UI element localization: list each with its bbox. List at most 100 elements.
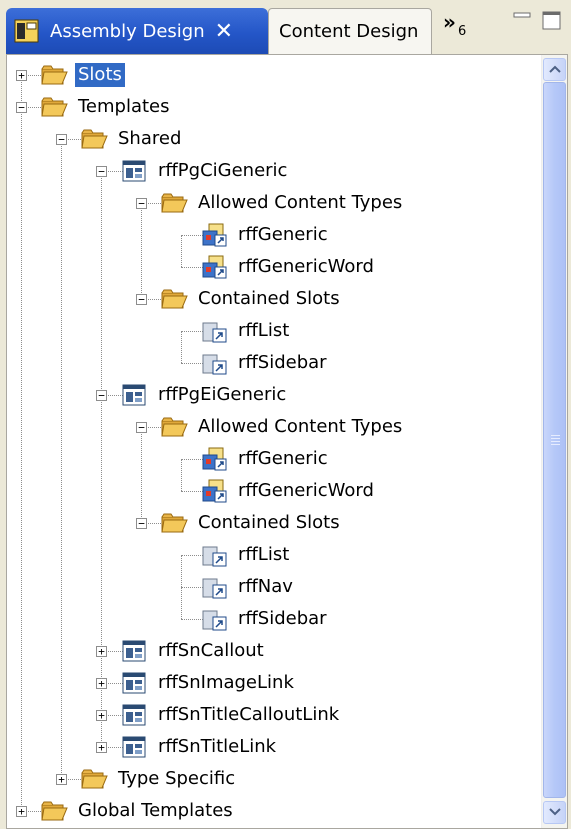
tree-connector: [141, 427, 142, 523]
tree-item[interactable]: rffPgEiGeneric: [121, 380, 289, 410]
tab-content-design[interactable]: Content Design: [268, 8, 432, 54]
tree-item[interactable]: Slots: [41, 60, 125, 90]
folder-icon: [161, 511, 189, 535]
tree-item-label: rffGeneric: [238, 224, 328, 245]
tree-item[interactable]: rffSidebar: [201, 348, 330, 378]
maximize-icon[interactable]: [541, 10, 563, 37]
template-icon: [121, 671, 149, 695]
collapse-icon[interactable]: −: [16, 102, 27, 113]
tree-item[interactable]: rffSidebar: [201, 604, 330, 634]
expand-icon[interactable]: +: [16, 70, 27, 81]
tree-connector: [21, 107, 22, 811]
content-type-icon: [201, 479, 229, 503]
tree-item[interactable]: rffSnImageLink: [121, 668, 297, 698]
tree-item[interactable]: rffSnTitleCalloutLink: [121, 700, 342, 730]
tab-content-design-label: Content Design: [279, 21, 419, 42]
tree-item-label: Slots: [75, 63, 125, 87]
tree-item[interactable]: rffList: [201, 316, 292, 346]
expand-icon[interactable]: +: [96, 742, 107, 753]
tree-item-label: Templates: [78, 96, 170, 117]
tree-item[interactable]: rffPgCiGeneric: [121, 156, 290, 186]
expand-icon[interactable]: +: [96, 710, 107, 721]
tab-overflow-chevron-icon[interactable]: »: [443, 10, 456, 34]
tree-item-label: rffSnTitleLink: [158, 736, 277, 757]
template-icon: [121, 735, 149, 759]
collapse-icon[interactable]: −: [136, 518, 147, 529]
tree-connector: [181, 235, 182, 267]
tree-item-label: rffSnImageLink: [158, 672, 294, 693]
scroll-up-icon[interactable]: [543, 58, 566, 81]
folder-icon: [41, 799, 69, 823]
slot-icon: [201, 607, 229, 631]
collapse-icon[interactable]: −: [96, 166, 107, 177]
tree-item-label: rffNav: [238, 576, 293, 597]
minimize-icon[interactable]: [511, 10, 533, 33]
content-type-icon: [201, 223, 229, 247]
tree-item[interactable]: rffSnTitleLink: [121, 732, 279, 762]
tree-item[interactable]: rffGenericWord: [201, 252, 377, 282]
folder-icon: [41, 63, 69, 87]
tree-item-label: Contained Slots: [198, 512, 340, 533]
folder-icon: [161, 191, 189, 215]
tree-item[interactable]: Contained Slots: [161, 508, 343, 538]
close-icon[interactable]: ✕: [215, 19, 233, 44]
scroll-down-icon[interactable]: [543, 801, 566, 824]
tree-item-label: rffSidebar: [238, 608, 327, 629]
collapse-icon[interactable]: −: [56, 134, 67, 145]
tree-item[interactable]: Type Specific: [81, 764, 238, 794]
tree-item[interactable]: Contained Slots: [161, 284, 343, 314]
folder-icon: [81, 127, 109, 151]
folder-icon: [161, 287, 189, 311]
tree-item[interactable]: rffList: [201, 540, 292, 570]
collapse-icon[interactable]: −: [96, 390, 107, 401]
collapse-icon[interactable]: −: [136, 294, 147, 305]
tree-item[interactable]: Templates: [41, 92, 173, 122]
tree-item-label: rffSidebar: [238, 352, 327, 373]
tree-item-label: rffGeneric: [238, 448, 328, 469]
expand-icon[interactable]: +: [96, 678, 107, 689]
folder-icon: [41, 95, 69, 119]
tree-item-label: rffGenericWord: [238, 256, 374, 277]
tree-item-label: rffSnTitleCalloutLink: [158, 704, 340, 725]
tree-connector: [141, 203, 142, 299]
tree-item[interactable]: rffSnCallout: [121, 636, 267, 666]
expand-icon[interactable]: +: [56, 774, 67, 785]
tree-item-label: Global Templates: [78, 800, 233, 821]
vertical-scrollbar[interactable]: [541, 55, 567, 828]
folder-icon: [81, 767, 109, 791]
tree-connector: [101, 171, 102, 395]
slot-icon: [201, 319, 229, 343]
template-icon: [121, 703, 149, 727]
tree-item-label: rffGenericWord: [238, 480, 374, 501]
template-icon: [121, 159, 149, 183]
expand-icon[interactable]: +: [96, 646, 107, 657]
slot-icon: [201, 351, 229, 375]
tree-connector: [181, 587, 182, 619]
tree-item[interactable]: rffGenericWord: [201, 476, 377, 506]
tree-item[interactable]: Global Templates: [41, 796, 236, 826]
collapse-icon[interactable]: −: [136, 198, 147, 209]
assembly-tree-panel: + Slots − Templates − Shared − rffPgCiGeneric − A…: [6, 54, 568, 829]
slot-icon: [201, 575, 229, 599]
tab-assembly-design[interactable]: Assembly Design ✕: [6, 8, 268, 54]
folder-icon: [161, 415, 189, 439]
collapse-icon[interactable]: −: [136, 422, 147, 433]
tree-item[interactable]: Allowed Content Types: [161, 188, 405, 218]
tree-item[interactable]: rffGeneric: [201, 444, 331, 474]
tab-overflow-count: 6: [458, 24, 467, 39]
tree-item-label: Shared: [118, 128, 182, 149]
template-icon: [121, 639, 149, 663]
expand-icon[interactable]: +: [16, 806, 27, 817]
slot-icon: [201, 543, 229, 567]
tree-item-label: rffPgEiGeneric: [158, 384, 287, 405]
tree-item[interactable]: Allowed Content Types: [161, 412, 405, 442]
tree-connector: [101, 395, 102, 651]
assembly-tree[interactable]: + Slots − Templates − Shared − rffPgCiGeneric − A…: [7, 55, 542, 828]
tree-item[interactable]: rffGeneric: [201, 220, 331, 250]
tree-item[interactable]: Shared: [81, 124, 184, 154]
tree-item-label: Allowed Content Types: [198, 192, 403, 213]
tree-item-label: rffSnCallout: [158, 640, 264, 661]
tree-connector: [181, 555, 182, 587]
tree-item[interactable]: rffNav: [201, 572, 296, 602]
scrollbar-thumb[interactable]: [543, 82, 566, 798]
